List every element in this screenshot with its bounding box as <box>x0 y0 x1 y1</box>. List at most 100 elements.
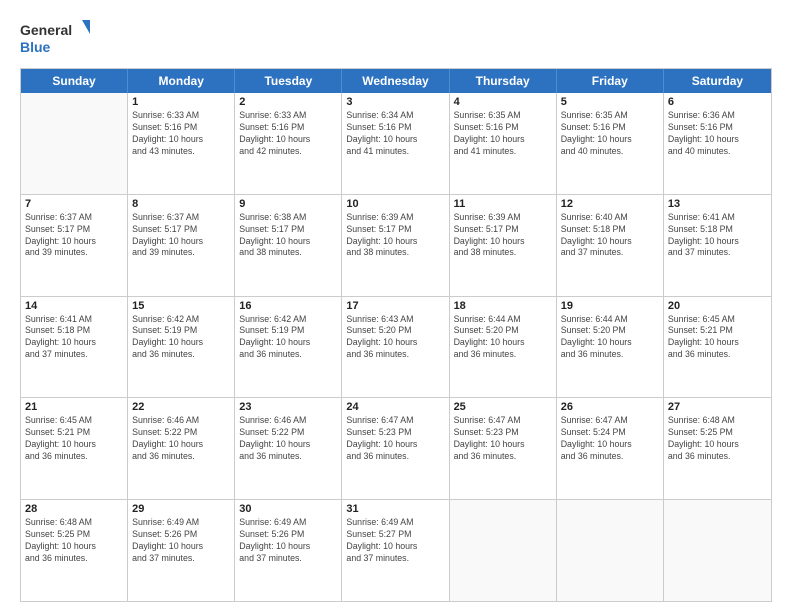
calendar-day-cell: 6 Sunrise: 6:36 AM Sunset: 5:16 PM Daylig… <box>664 93 771 194</box>
calendar-day-cell: 16 Sunrise: 6:42 AM Sunset: 5:19 PM Dayli… <box>235 297 342 398</box>
day-info: Sunrise: 6:39 AM Sunset: 5:17 PM Dayligh… <box>454 212 552 260</box>
calendar-day-cell: 18 Sunrise: 6:44 AM Sunset: 5:20 PM Dayli… <box>450 297 557 398</box>
calendar-day-cell: 4 Sunrise: 6:35 AM Sunset: 5:16 PM Daylig… <box>450 93 557 194</box>
day-number: 21 <box>25 401 123 413</box>
day-number: 7 <box>25 198 123 210</box>
calendar-day-cell: 11Sunrise: 6:39 AM Sunset: 5:17 PM Dayli… <box>450 195 557 296</box>
calendar-day-cell: 5 Sunrise: 6:35 AM Sunset: 5:16 PM Daylig… <box>557 93 664 194</box>
day-info: Sunrise: 6:42 AM Sunset: 5:19 PM Dayligh… <box>132 314 230 362</box>
day-number: 27 <box>668 401 767 413</box>
day-number: 19 <box>561 300 659 312</box>
calendar-day-cell: 25 Sunrise: 6:47 AM Sunset: 5:23 PM Dayli… <box>450 398 557 499</box>
calendar-day-cell: 26Sunrise: 6:47 AM Sunset: 5:24 PM Dayli… <box>557 398 664 499</box>
day-info: Sunrise: 6:33 AM Sunset: 5:16 PM Dayligh… <box>239 110 337 158</box>
weekday-header: Thursday <box>450 69 557 93</box>
day-number: 20 <box>668 300 767 312</box>
day-info: Sunrise: 6:41 AM Sunset: 5:18 PM Dayligh… <box>668 212 767 260</box>
day-info: Sunrise: 6:49 AM Sunset: 5:26 PM Dayligh… <box>132 517 230 565</box>
header: General Blue <box>20 18 772 58</box>
day-number: 29 <box>132 503 230 515</box>
day-number: 6 <box>668 96 767 108</box>
calendar-day-cell: 14 Sunrise: 6:41 AM Sunset: 5:18 PM Dayli… <box>21 297 128 398</box>
day-info: Sunrise: 6:35 AM Sunset: 5:16 PM Dayligh… <box>561 110 659 158</box>
day-number: 10 <box>346 198 444 210</box>
calendar-day-cell: 28 Sunrise: 6:48 AM Sunset: 5:25 PM Dayli… <box>21 500 128 601</box>
day-number: 28 <box>25 503 123 515</box>
day-info: Sunrise: 6:45 AM Sunset: 5:21 PM Dayligh… <box>668 314 767 362</box>
calendar-day-cell: 8Sunrise: 6:37 AM Sunset: 5:17 PM Daylig… <box>128 195 235 296</box>
day-number: 14 <box>25 300 123 312</box>
weekday-header: Friday <box>557 69 664 93</box>
day-info: Sunrise: 6:40 AM Sunset: 5:18 PM Dayligh… <box>561 212 659 260</box>
weekday-header: Wednesday <box>342 69 449 93</box>
day-info: Sunrise: 6:42 AM Sunset: 5:19 PM Dayligh… <box>239 314 337 362</box>
calendar-day-cell: 10Sunrise: 6:39 AM Sunset: 5:17 PM Dayli… <box>342 195 449 296</box>
day-number: 23 <box>239 401 337 413</box>
calendar-day-cell: 1Sunrise: 6:33 AM Sunset: 5:16 PM Daylig… <box>128 93 235 194</box>
calendar-day-cell: 20 Sunrise: 6:45 AM Sunset: 5:21 PM Dayli… <box>664 297 771 398</box>
svg-text:General: General <box>20 22 72 38</box>
calendar-day-cell: 12 Sunrise: 6:40 AM Sunset: 5:18 PM Dayli… <box>557 195 664 296</box>
calendar-day-cell <box>450 500 557 601</box>
day-number: 4 <box>454 96 552 108</box>
day-info: Sunrise: 6:46 AM Sunset: 5:22 PM Dayligh… <box>132 415 230 463</box>
day-info: Sunrise: 6:44 AM Sunset: 5:20 PM Dayligh… <box>454 314 552 362</box>
calendar-day-cell: 22 Sunrise: 6:46 AM Sunset: 5:22 PM Dayli… <box>128 398 235 499</box>
calendar-day-cell: 21 Sunrise: 6:45 AM Sunset: 5:21 PM Dayli… <box>21 398 128 499</box>
day-number: 13 <box>668 198 767 210</box>
day-info: Sunrise: 6:48 AM Sunset: 5:25 PM Dayligh… <box>25 517 123 565</box>
calendar-week-row: 28 Sunrise: 6:48 AM Sunset: 5:25 PM Dayli… <box>21 500 771 601</box>
calendar-header: SundayMondayTuesdayWednesdayThursdayFrid… <box>21 69 771 93</box>
day-number: 22 <box>132 401 230 413</box>
calendar-day-cell: 3Sunrise: 6:34 AM Sunset: 5:16 PM Daylig… <box>342 93 449 194</box>
logo: General Blue <box>20 18 90 58</box>
day-info: Sunrise: 6:45 AM Sunset: 5:21 PM Dayligh… <box>25 415 123 463</box>
day-info: Sunrise: 6:49 AM Sunset: 5:26 PM Dayligh… <box>239 517 337 565</box>
day-info: Sunrise: 6:37 AM Sunset: 5:17 PM Dayligh… <box>132 212 230 260</box>
day-info: Sunrise: 6:47 AM Sunset: 5:23 PM Dayligh… <box>454 415 552 463</box>
calendar-day-cell <box>664 500 771 601</box>
day-info: Sunrise: 6:44 AM Sunset: 5:20 PM Dayligh… <box>561 314 659 362</box>
day-info: Sunrise: 6:41 AM Sunset: 5:18 PM Dayligh… <box>25 314 123 362</box>
day-number: 30 <box>239 503 337 515</box>
day-number: 18 <box>454 300 552 312</box>
calendar-day-cell: 7 Sunrise: 6:37 AM Sunset: 5:17 PM Daylig… <box>21 195 128 296</box>
day-number: 25 <box>454 401 552 413</box>
day-info: Sunrise: 6:47 AM Sunset: 5:24 PM Dayligh… <box>561 415 659 463</box>
calendar-day-cell: 13 Sunrise: 6:41 AM Sunset: 5:18 PM Dayli… <box>664 195 771 296</box>
day-number: 17 <box>346 300 444 312</box>
day-number: 15 <box>132 300 230 312</box>
calendar-day-cell: 19 Sunrise: 6:44 AM Sunset: 5:20 PM Dayli… <box>557 297 664 398</box>
calendar-day-cell <box>557 500 664 601</box>
calendar-day-cell: 24Sunrise: 6:47 AM Sunset: 5:23 PM Dayli… <box>342 398 449 499</box>
day-info: Sunrise: 6:49 AM Sunset: 5:27 PM Dayligh… <box>346 517 444 565</box>
page: General Blue SundayMondayTuesdayWednesda… <box>0 0 792 612</box>
calendar-day-cell: 30 Sunrise: 6:49 AM Sunset: 5:26 PM Dayli… <box>235 500 342 601</box>
calendar-day-cell: 29 Sunrise: 6:49 AM Sunset: 5:26 PM Dayli… <box>128 500 235 601</box>
day-number: 24 <box>346 401 444 413</box>
day-info: Sunrise: 6:46 AM Sunset: 5:22 PM Dayligh… <box>239 415 337 463</box>
calendar-day-cell: 17 Sunrise: 6:43 AM Sunset: 5:20 PM Dayli… <box>342 297 449 398</box>
day-info: Sunrise: 6:34 AM Sunset: 5:16 PM Dayligh… <box>346 110 444 158</box>
calendar-week-row: 1 Sunrise: 6:33 AM Sunset: 5:16 PM Daylig… <box>21 93 771 195</box>
day-number: 12 <box>561 198 659 210</box>
weekday-header: Saturday <box>664 69 771 93</box>
day-number: 5 <box>561 96 659 108</box>
calendar-day-cell: 15 Sunrise: 6:42 AM Sunset: 5:19 PM Dayli… <box>128 297 235 398</box>
weekday-header: Tuesday <box>235 69 342 93</box>
day-info: Sunrise: 6:36 AM Sunset: 5:16 PM Dayligh… <box>668 110 767 158</box>
calendar-day-cell: 9 Sunrise: 6:38 AM Sunset: 5:17 PM Daylig… <box>235 195 342 296</box>
calendar-week-row: 21 Sunrise: 6:45 AM Sunset: 5:21 PM Dayli… <box>21 398 771 500</box>
day-number: 2 <box>239 96 337 108</box>
day-number: 9 <box>239 198 337 210</box>
day-info: Sunrise: 6:35 AM Sunset: 5:16 PM Dayligh… <box>454 110 552 158</box>
day-info: Sunrise: 6:38 AM Sunset: 5:17 PM Dayligh… <box>239 212 337 260</box>
weekday-header: Monday <box>128 69 235 93</box>
calendar-body: 1 Sunrise: 6:33 AM Sunset: 5:16 PM Daylig… <box>21 93 771 601</box>
day-number: 16 <box>239 300 337 312</box>
day-number: 1 <box>132 96 230 108</box>
calendar-week-row: 7 Sunrise: 6:37 AM Sunset: 5:17 PM Daylig… <box>21 195 771 297</box>
svg-text:Blue: Blue <box>20 39 51 55</box>
day-info: Sunrise: 6:43 AM Sunset: 5:20 PM Dayligh… <box>346 314 444 362</box>
day-info: Sunrise: 6:37 AM Sunset: 5:17 PM Dayligh… <box>25 212 123 260</box>
